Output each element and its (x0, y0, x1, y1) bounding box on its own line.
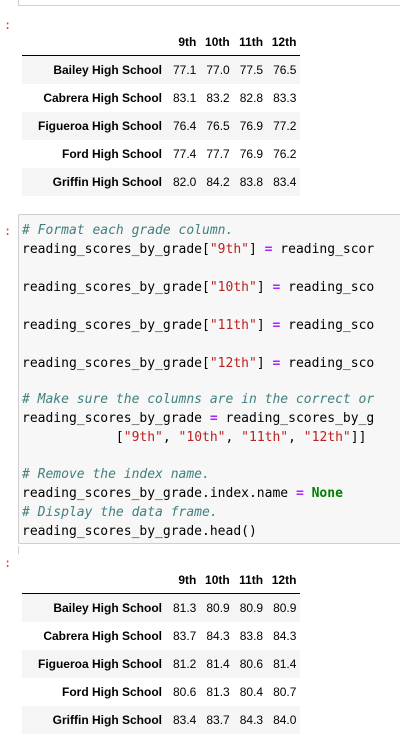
table-cell: 81.3 (173, 601, 197, 615)
column-header: 10th (200, 567, 234, 594)
code-line: reading_scores_by_grade["10th"] = readin… (22, 280, 375, 295)
table-cell: 76.2 (273, 147, 297, 161)
row-label: Cabrera High School (43, 629, 162, 643)
table-cell: 80.6 (173, 685, 197, 699)
table-cell: 83.8 (239, 629, 264, 643)
code-comment: # Display the data frame. (22, 505, 218, 520)
code-line: ["9th", "10th", "11th", "12th"]] (22, 430, 367, 445)
row-label: Griffin High School (52, 713, 162, 727)
table-cell: 81.4 (273, 657, 297, 671)
table-row: Ford High School 80.6 81.3 80.4 80.7 (22, 678, 300, 706)
table-header-row: 9th 10th 11th 12th (22, 567, 301, 594)
table-cell: 83.7 (206, 713, 230, 727)
row-label: Figueroa High School (37, 657, 162, 671)
table-cell: 83.1 (173, 91, 197, 105)
table-cell: 82.8 (239, 91, 264, 105)
column-header: 12th (267, 567, 301, 594)
code-line: reading_scores_by_grade["11th"] = readin… (22, 318, 375, 333)
input-prompt: : (4, 224, 12, 238)
table-cell: 84.0 (273, 713, 297, 727)
table-row: Bailey High School 81.3 80.9 80.9 80.9 (22, 593, 301, 622)
table-cell: 83.2 (206, 91, 230, 105)
row-label: Ford High School (62, 147, 162, 161)
dataframe-table: 9th 10th 11th 12th Bailey High School 81… (22, 567, 301, 734)
table-cell: 81.4 (206, 657, 230, 671)
table-row: Bailey High School 77.1 77.0 77.5 76.5 (22, 55, 301, 84)
code-comment: # Remove the index name. (22, 467, 210, 482)
table-cell: 84.3 (239, 713, 264, 727)
column-header: 11th (233, 29, 268, 56)
table-cell: 80.9 (239, 601, 264, 615)
table-cell: 77.0 (206, 63, 230, 77)
table-row: Cabrera High School 83.1 83.2 82.8 83.3 (22, 84, 300, 112)
code-line: reading_scores_by_grade.head() (22, 524, 257, 539)
code-line: reading_scores_by_grade["12th"] = readin… (22, 356, 375, 371)
code-comment: # Format each grade column. (22, 223, 234, 238)
column-header: 11th (233, 567, 268, 594)
table-row: Griffin High School 83.4 83.7 84.3 84.0 (22, 706, 301, 734)
table-cell: 80.7 (273, 685, 297, 699)
table-cell: 76.5 (273, 63, 297, 77)
column-header: 10th (200, 29, 234, 56)
output-prompt: : (4, 556, 12, 570)
row-label: Bailey High School (53, 601, 162, 615)
output-prompt: : (4, 18, 12, 32)
output-collapser[interactable] (18, 546, 19, 554)
table-cell: 76.4 (173, 119, 197, 133)
table-cell: 80.9 (273, 601, 297, 615)
table-cell: 83.7 (173, 629, 197, 643)
table-cell: 77.7 (206, 147, 230, 161)
dataframe-table: 9th 10th 11th 12th Bailey High School 77… (22, 29, 301, 196)
table-row: Ford High School 77.4 77.7 76.9 76.2 (22, 140, 300, 168)
row-label: Cabrera High School (43, 91, 162, 105)
row-label: Ford High School (62, 685, 162, 699)
table-cell: 77.4 (173, 147, 197, 161)
table-row: Figueroa High School 76.4 76.5 76.9 77.2 (22, 112, 301, 140)
row-label: Bailey High School (53, 63, 162, 77)
code-line: reading_scores_by_grade.index.name = Non… (22, 486, 343, 501)
table-cell: 83.3 (273, 91, 297, 105)
column-header: 12th (267, 29, 301, 56)
code-editor[interactable]: # Format each grade column. reading_scor… (18, 214, 400, 544)
table-cell: 76.5 (206, 119, 230, 133)
table-cell: 77.5 (239, 63, 264, 77)
table-cell: 80.9 (206, 601, 230, 615)
table-cell: 84.3 (273, 629, 297, 643)
table-header-row: 9th 10th 11th 12th (22, 29, 301, 56)
code-comment: # Make sure the columns are in the corre… (22, 392, 375, 407)
table-cell: 76.9 (239, 119, 264, 133)
table-cell: 77.1 (173, 63, 197, 77)
column-header: 9th (167, 567, 201, 594)
table-cell: 76.9 (239, 147, 264, 161)
code-line: reading_scores_by_grade = reading_scores… (22, 411, 375, 426)
table-cell: 83.8 (239, 175, 264, 189)
table-cell: 81.3 (206, 685, 230, 699)
table-row: Figueroa High School 81.2 81.4 80.6 81.4 (22, 650, 301, 678)
output-frame-top (18, 0, 400, 6)
table-cell: 82.0 (173, 175, 197, 189)
table-cell: 84.3 (206, 629, 230, 643)
code-line: reading_scores_by_grade["9th"] = reading… (22, 242, 375, 257)
row-label: Griffin High School (52, 175, 162, 189)
table-cell: 83.4 (273, 175, 297, 189)
table-cell: 81.2 (173, 657, 197, 671)
table-cell: 83.4 (173, 713, 197, 727)
table-cell: 80.4 (239, 685, 264, 699)
row-label: Figueroa High School (37, 119, 162, 133)
table-cell: 77.2 (273, 119, 297, 133)
table-row: Griffin High School 82.0 84.2 83.8 83.4 (22, 168, 301, 196)
column-header: 9th (167, 29, 201, 56)
table-cell: 84.2 (206, 175, 230, 189)
table-row: Cabrera High School 83.7 84.3 83.8 84.3 (22, 622, 300, 650)
table-cell: 80.6 (239, 657, 264, 671)
